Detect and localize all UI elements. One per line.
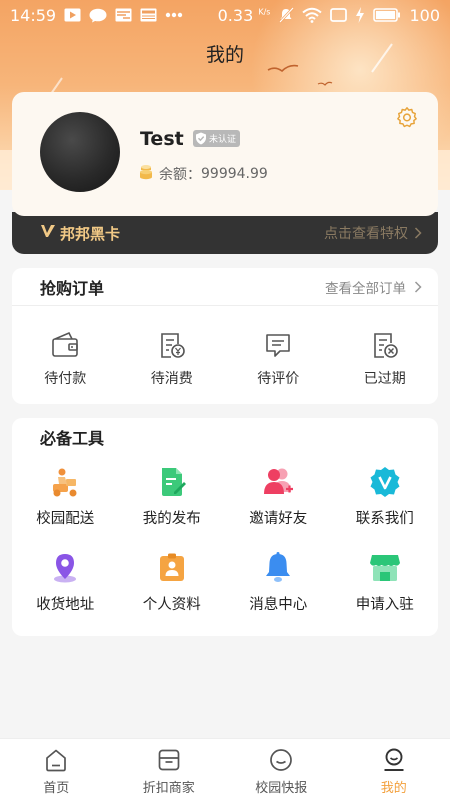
- contact-icon: [370, 467, 400, 497]
- balance-value: 99994.99: [201, 166, 268, 182]
- order-pending-review[interactable]: 待评价: [225, 306, 332, 402]
- tool-label: 邀请好友: [249, 511, 308, 527]
- view-all-orders-link[interactable]: 查看全部订单: [325, 277, 422, 297]
- view-all-orders-label: 查看全部订单: [325, 280, 406, 297]
- location-icon: [54, 554, 77, 583]
- store-icon: [369, 555, 400, 581]
- tool-label: 我的发布: [142, 511, 201, 527]
- order-item-label: 待付款: [44, 371, 87, 387]
- tool-personal-info[interactable]: 个人资料: [119, 542, 226, 628]
- tool-label: 消息中心: [249, 597, 308, 613]
- battery-level: 100: [409, 5, 440, 25]
- shield-check-icon: [195, 132, 207, 145]
- order-item-label: 已过期: [363, 371, 406, 387]
- tool-contact-us[interactable]: 联系我们: [332, 456, 439, 542]
- wallet-icon: [52, 331, 79, 357]
- tab-discount-merchants[interactable]: 折扣商家: [113, 739, 226, 800]
- publish-icon: [161, 468, 186, 496]
- order-pending-payment[interactable]: 待付款: [12, 306, 119, 402]
- comment-icon: [266, 334, 291, 357]
- balance-row: 余额： 99994.99: [139, 164, 268, 184]
- vip-card-bar[interactable]: 邦邦黑卡 点击查看特权: [12, 212, 438, 254]
- expired-icon: [373, 333, 398, 358]
- delivery-icon: [53, 468, 77, 497]
- me-icon: [384, 748, 404, 771]
- bill-icon: [160, 333, 185, 358]
- network-speed: 0.33 K/s: [217, 5, 271, 25]
- more-notifications-icon: [165, 12, 183, 18]
- balance-label: 余额：: [159, 167, 201, 183]
- wifi-icon: [302, 7, 323, 23]
- tab-me[interactable]: 我的: [338, 739, 450, 800]
- tab-campus-news[interactable]: 校园快报: [225, 739, 338, 800]
- tools-header: 必备工具: [12, 418, 438, 456]
- orders-title: 抢购订单: [40, 278, 105, 298]
- tab-home[interactable]: 首页: [0, 739, 113, 800]
- invite-icon: [264, 468, 294, 494]
- coin-icon: [139, 164, 153, 184]
- tool-campus-delivery[interactable]: 校园配送: [12, 456, 119, 542]
- order-item-label: 待评价: [257, 371, 300, 387]
- charging-icon: [355, 7, 365, 23]
- tools-grid: 校园配送 我的发布 邀请好友 联系我们 收货地址 个人资料 消息中心 申请入驻: [12, 456, 438, 628]
- mute-icon: [278, 7, 295, 23]
- tool-message-center[interactable]: 消息中心: [225, 542, 332, 628]
- tool-label: 个人资料: [142, 597, 201, 613]
- tab-label: 校园快报: [255, 781, 308, 796]
- status-bar: 14:59 0.33 K/s 100: [0, 0, 450, 30]
- chat-app-icon: [89, 8, 107, 23]
- news-app-icon: [140, 8, 157, 22]
- vip-v-icon: [40, 223, 56, 243]
- tool-my-posts[interactable]: 我的发布: [119, 456, 226, 542]
- shop-icon: [158, 749, 180, 771]
- verify-status: 未认证: [209, 135, 237, 145]
- profile-card[interactable]: Test 未认证 余额： 99994.99: [12, 92, 438, 216]
- tool-apply-settle[interactable]: 申请入驻: [332, 542, 439, 628]
- screen-icon: [330, 8, 348, 22]
- profile-icon: [159, 553, 184, 581]
- order-expired[interactable]: 已过期: [332, 306, 439, 402]
- vip-title: 邦邦黑卡: [60, 224, 121, 243]
- chevron-right-icon: [414, 280, 422, 293]
- order-status-row: 待付款 待消费 待评价 已过期: [12, 306, 438, 402]
- avatar[interactable]: [40, 112, 120, 192]
- video-app-icon: [64, 8, 81, 22]
- tool-shipping-address[interactable]: 收货地址: [12, 542, 119, 628]
- bell-icon: [266, 552, 291, 582]
- tab-label: 我的: [380, 781, 407, 796]
- order-pending-use[interactable]: 待消费: [119, 306, 226, 402]
- tool-label: 申请入驻: [355, 597, 414, 613]
- username: Test: [140, 128, 184, 150]
- battery-icon: [373, 8, 401, 22]
- tool-label: 校园配送: [36, 511, 95, 527]
- tab-label: 折扣商家: [142, 781, 195, 796]
- home-icon: [46, 749, 67, 772]
- order-item-label: 待消费: [150, 371, 193, 387]
- tools-section: 必备工具 校园配送 我的发布 邀请好友 联系我们 收货地址 个人资料 消息中心 …: [12, 418, 438, 636]
- orders-header: 抢购订单 查看全部订单: [12, 268, 438, 306]
- bottom-tab-bar: 首页 折扣商家 校园快报 我的: [0, 738, 450, 800]
- tool-label: 收货地址: [36, 597, 95, 613]
- tools-title: 必备工具: [40, 429, 105, 448]
- mail-app-icon: [115, 8, 132, 22]
- tool-invite-friends[interactable]: 邀请好友: [225, 456, 332, 542]
- status-time: 14:59: [10, 5, 57, 25]
- page-title: 我的: [205, 44, 244, 66]
- orders-section: 抢购订单 查看全部订单 待付款 待消费 待评价 已过期: [12, 268, 438, 404]
- vip-privileges-link[interactable]: 点击查看特权: [324, 223, 422, 243]
- vip-link-label: 点击查看特权: [324, 226, 408, 242]
- tool-label: 联系我们: [355, 511, 414, 527]
- settings-gear-icon[interactable]: [396, 106, 418, 132]
- news-icon: [270, 749, 293, 771]
- chevron-right-icon: [414, 227, 422, 239]
- verify-badge[interactable]: 未认证: [193, 130, 241, 147]
- tab-label: 首页: [43, 781, 70, 796]
